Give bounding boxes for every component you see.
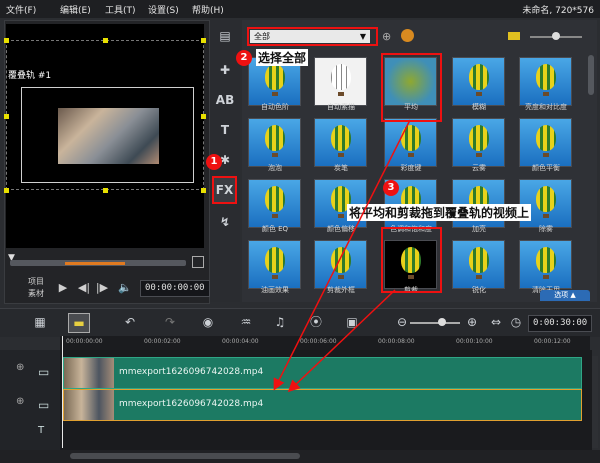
drag-arrow-crop bbox=[287, 289, 396, 393]
arrow-overlay bbox=[273, 119, 411, 393]
drag-arrow-average bbox=[273, 119, 411, 391]
